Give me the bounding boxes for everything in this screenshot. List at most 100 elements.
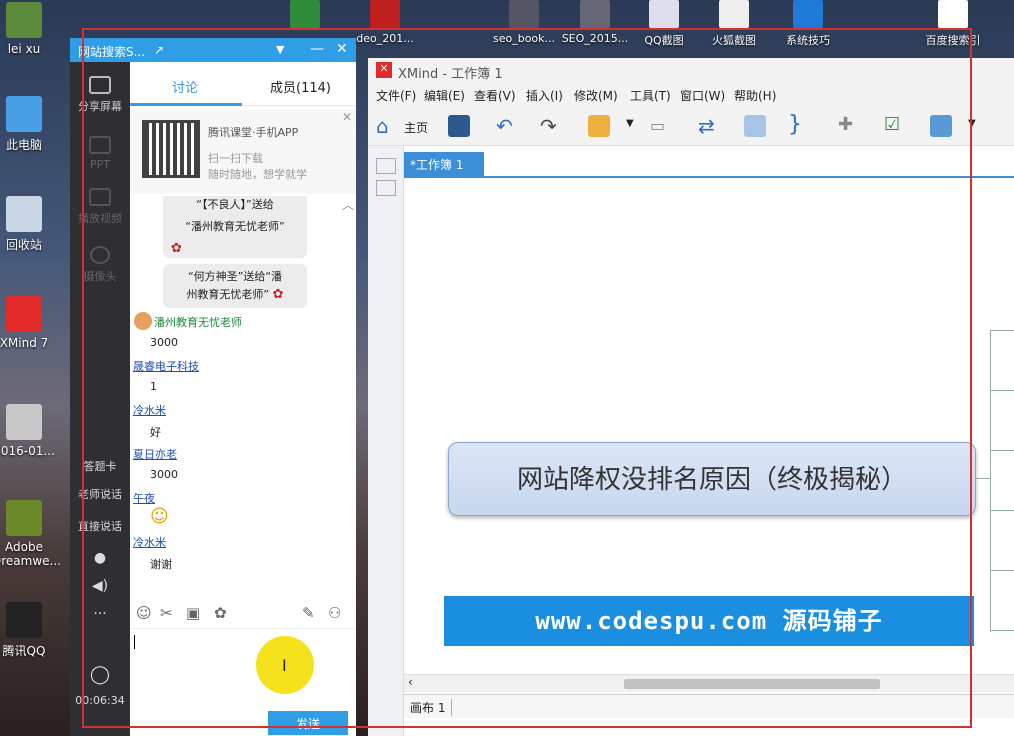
scissors-icon[interactable]: ✂: [160, 604, 173, 622]
emoji-message: ☺: [150, 506, 169, 527]
desktop-top-icon[interactable]: deo_201...: [350, 0, 420, 50]
desktop-top-icon[interactable]: 系统技巧: [776, 0, 840, 50]
mindmap-canvas[interactable]: 网站降权没排名原因（终极揭秘） 做为被案案解 www.codespu.com 源…: [404, 176, 1014, 686]
desktop-icon[interactable]: 2016-01...: [0, 404, 56, 458]
chevron-down-icon[interactable]: ▼: [968, 118, 976, 129]
desktop-top-icon[interactable]: QQ截图: [634, 0, 694, 50]
flower-icon[interactable]: ✿: [214, 604, 227, 622]
workbook-tab[interactable]: *工作簿 1 ✕: [404, 152, 484, 187]
xmind-titlebar: ✕ XMind - 工作簿 1: [368, 58, 1014, 84]
message-sender[interactable]: 晟睿电子科技: [133, 358, 199, 374]
input-toolbar: ☺ ✂ ▣ ✿ ✎ ⚇: [130, 602, 356, 626]
collapse-icon[interactable]: ︿: [342, 196, 354, 213]
menu-item[interactable]: 工具(T): [630, 87, 671, 104]
desktop-icon[interactable]: 此电脑: [0, 96, 56, 153]
sheet-tab[interactable]: 画布 1: [410, 699, 453, 716]
desktop-icon[interactable]: 回收站: [0, 196, 56, 253]
send-button[interactable]: 发送: [268, 711, 348, 735]
marker-icon[interactable]: ✚: [838, 114, 853, 135]
app-icon: [6, 196, 42, 232]
message-text: 谢谢: [150, 558, 172, 571]
menu-bar: 文件(F) 编辑(E) 查看(V) 插入(I) 修改(M) 工具(T) 窗口(W) 帮助(H): [368, 84, 1014, 106]
message-sender[interactable]: 夏日亦老: [133, 446, 177, 462]
desktop-icon[interactable]: Adobe Dreamwe...: [0, 500, 61, 568]
xmind-logo-icon: ✕: [376, 62, 392, 78]
close-promo-icon[interactable]: ✕: [342, 110, 352, 124]
connector: [990, 390, 1014, 391]
save-icon[interactable]: [448, 115, 470, 137]
menu-item[interactable]: 文件(F): [376, 87, 416, 104]
more-icon[interactable]: ···: [74, 606, 126, 622]
home-label[interactable]: 主页: [404, 119, 428, 136]
xmind-toolbar: ⌂ 主页 ↶ ↷ ▼ ▭ ⇄ } ✚ ☑ ▼: [368, 106, 1014, 146]
sidebar-tool-icon[interactable]: [376, 180, 396, 196]
desktop-icon[interactable]: 腾讯QQ: [0, 602, 56, 659]
minimize-icon[interactable]: —: [310, 41, 324, 57]
desktop-icon[interactable]: lei xu: [0, 2, 56, 56]
chat-window-title: 网站搜索S...: [78, 45, 146, 59]
desktop-icon[interactable]: XMind 7: [0, 296, 56, 350]
edit-icon[interactable]: ✎: [302, 604, 315, 622]
message-sender[interactable]: 冷水米: [133, 402, 166, 418]
gift-message: “何方神圣”送给“潘 州教育无忧老师” ✿: [163, 264, 307, 308]
topic-icon[interactable]: [588, 115, 610, 137]
chat-tabs: 讨论 成员(114): [130, 62, 356, 106]
message-sender[interactable]: 潘州教育无忧老师: [154, 314, 242, 330]
relationship-icon[interactable]: ⇄: [698, 114, 715, 138]
menu-item[interactable]: 窗口(W): [680, 87, 725, 104]
central-topic[interactable]: 网站降权没排名原因（终极揭秘）: [448, 442, 976, 516]
watermark-banner: www.codespu.com 源码铺子: [444, 596, 974, 646]
image-icon[interactable]: ▣: [186, 604, 200, 622]
message-sender[interactable]: 冷水米: [133, 534, 166, 550]
close-icon[interactable]: ✕: [336, 41, 348, 57]
tab-members[interactable]: 成员(114): [270, 77, 331, 96]
gift-message: “【不良人】”送给 “潘州教育无忧老师” ✿: [163, 196, 307, 258]
speaker-icon[interactable]: ◀): [74, 578, 126, 594]
app-icon: [6, 2, 42, 38]
menu-item[interactable]: 编辑(E): [424, 87, 465, 104]
undo-icon[interactable]: ↶: [496, 114, 513, 138]
dropdown-icon[interactable]: ▼: [276, 43, 284, 56]
home-icon[interactable]: ⌂: [376, 114, 389, 138]
xmind-sidebar: [368, 146, 404, 736]
menu-item[interactable]: 修改(M): [574, 87, 618, 104]
popout-icon[interactable]: ↗: [154, 43, 164, 57]
message-sender[interactable]: 午夜: [133, 490, 155, 506]
redo-icon[interactable]: ↷: [540, 114, 557, 138]
tab-discussion[interactable]: 讨论: [172, 77, 198, 96]
message-input[interactable]: 发送: [130, 628, 356, 736]
sidebar-tool-icon[interactable]: [376, 158, 396, 174]
play-video-button[interactable]: 播放视频: [70, 188, 130, 226]
teacher-talk-button[interactable]: 老师说话: [74, 486, 126, 502]
sheet-tabs: 画布 1: [404, 694, 1014, 718]
answer-card-button[interactable]: 答题卡: [74, 458, 126, 474]
connector: [990, 330, 991, 632]
add-member-icon[interactable]: ⚇: [328, 604, 341, 622]
share-screen-button[interactable]: 分享屏幕: [70, 76, 130, 114]
horizontal-scrollbar[interactable]: ‹: [404, 674, 1014, 692]
scrollbar-thumb[interactable]: [624, 679, 880, 689]
boundary-icon[interactable]: [744, 115, 766, 137]
callout-icon[interactable]: ▭: [650, 116, 665, 135]
menu-item[interactable]: 查看(V): [474, 87, 516, 104]
desktop-top-icon[interactable]: 百度搜索引: [916, 0, 990, 50]
chevron-down-icon[interactable]: ▼: [626, 118, 634, 129]
ppt-button[interactable]: PPT: [70, 136, 130, 171]
summary-icon[interactable]: }: [788, 112, 802, 137]
image-icon[interactable]: [930, 115, 952, 137]
app-promo: 腾讯课堂·手机APP 扫一扫下载 随时随地，想学就学 ✕: [130, 110, 356, 194]
emoji-icon[interactable]: ☺: [136, 604, 152, 622]
desktop-top-icon[interactable]: SEO_2015...: [560, 0, 630, 50]
menu-item[interactable]: 插入(I): [526, 87, 563, 104]
desktop-top-icon[interactable]: seo_book...: [486, 0, 562, 50]
scroll-left-icon[interactable]: ‹: [408, 675, 413, 689]
direct-talk-button[interactable]: 直接说话: [74, 518, 126, 534]
desktop-top-icon[interactable]: 火狐截图: [704, 0, 764, 50]
xmind-title: XMind - 工作簿 1: [398, 67, 503, 82]
camera-button[interactable]: 摄像头: [70, 246, 130, 284]
connector: [976, 478, 990, 479]
message-list: ︿ “【不良人】”送给 “潘州教育无忧老师” ✿ “何方神圣”送给“潘 州教育无…: [130, 196, 356, 606]
menu-item[interactable]: 帮助(H): [734, 87, 776, 104]
task-icon[interactable]: ☑: [884, 114, 900, 135]
mic-icon[interactable]: ●: [74, 550, 126, 566]
